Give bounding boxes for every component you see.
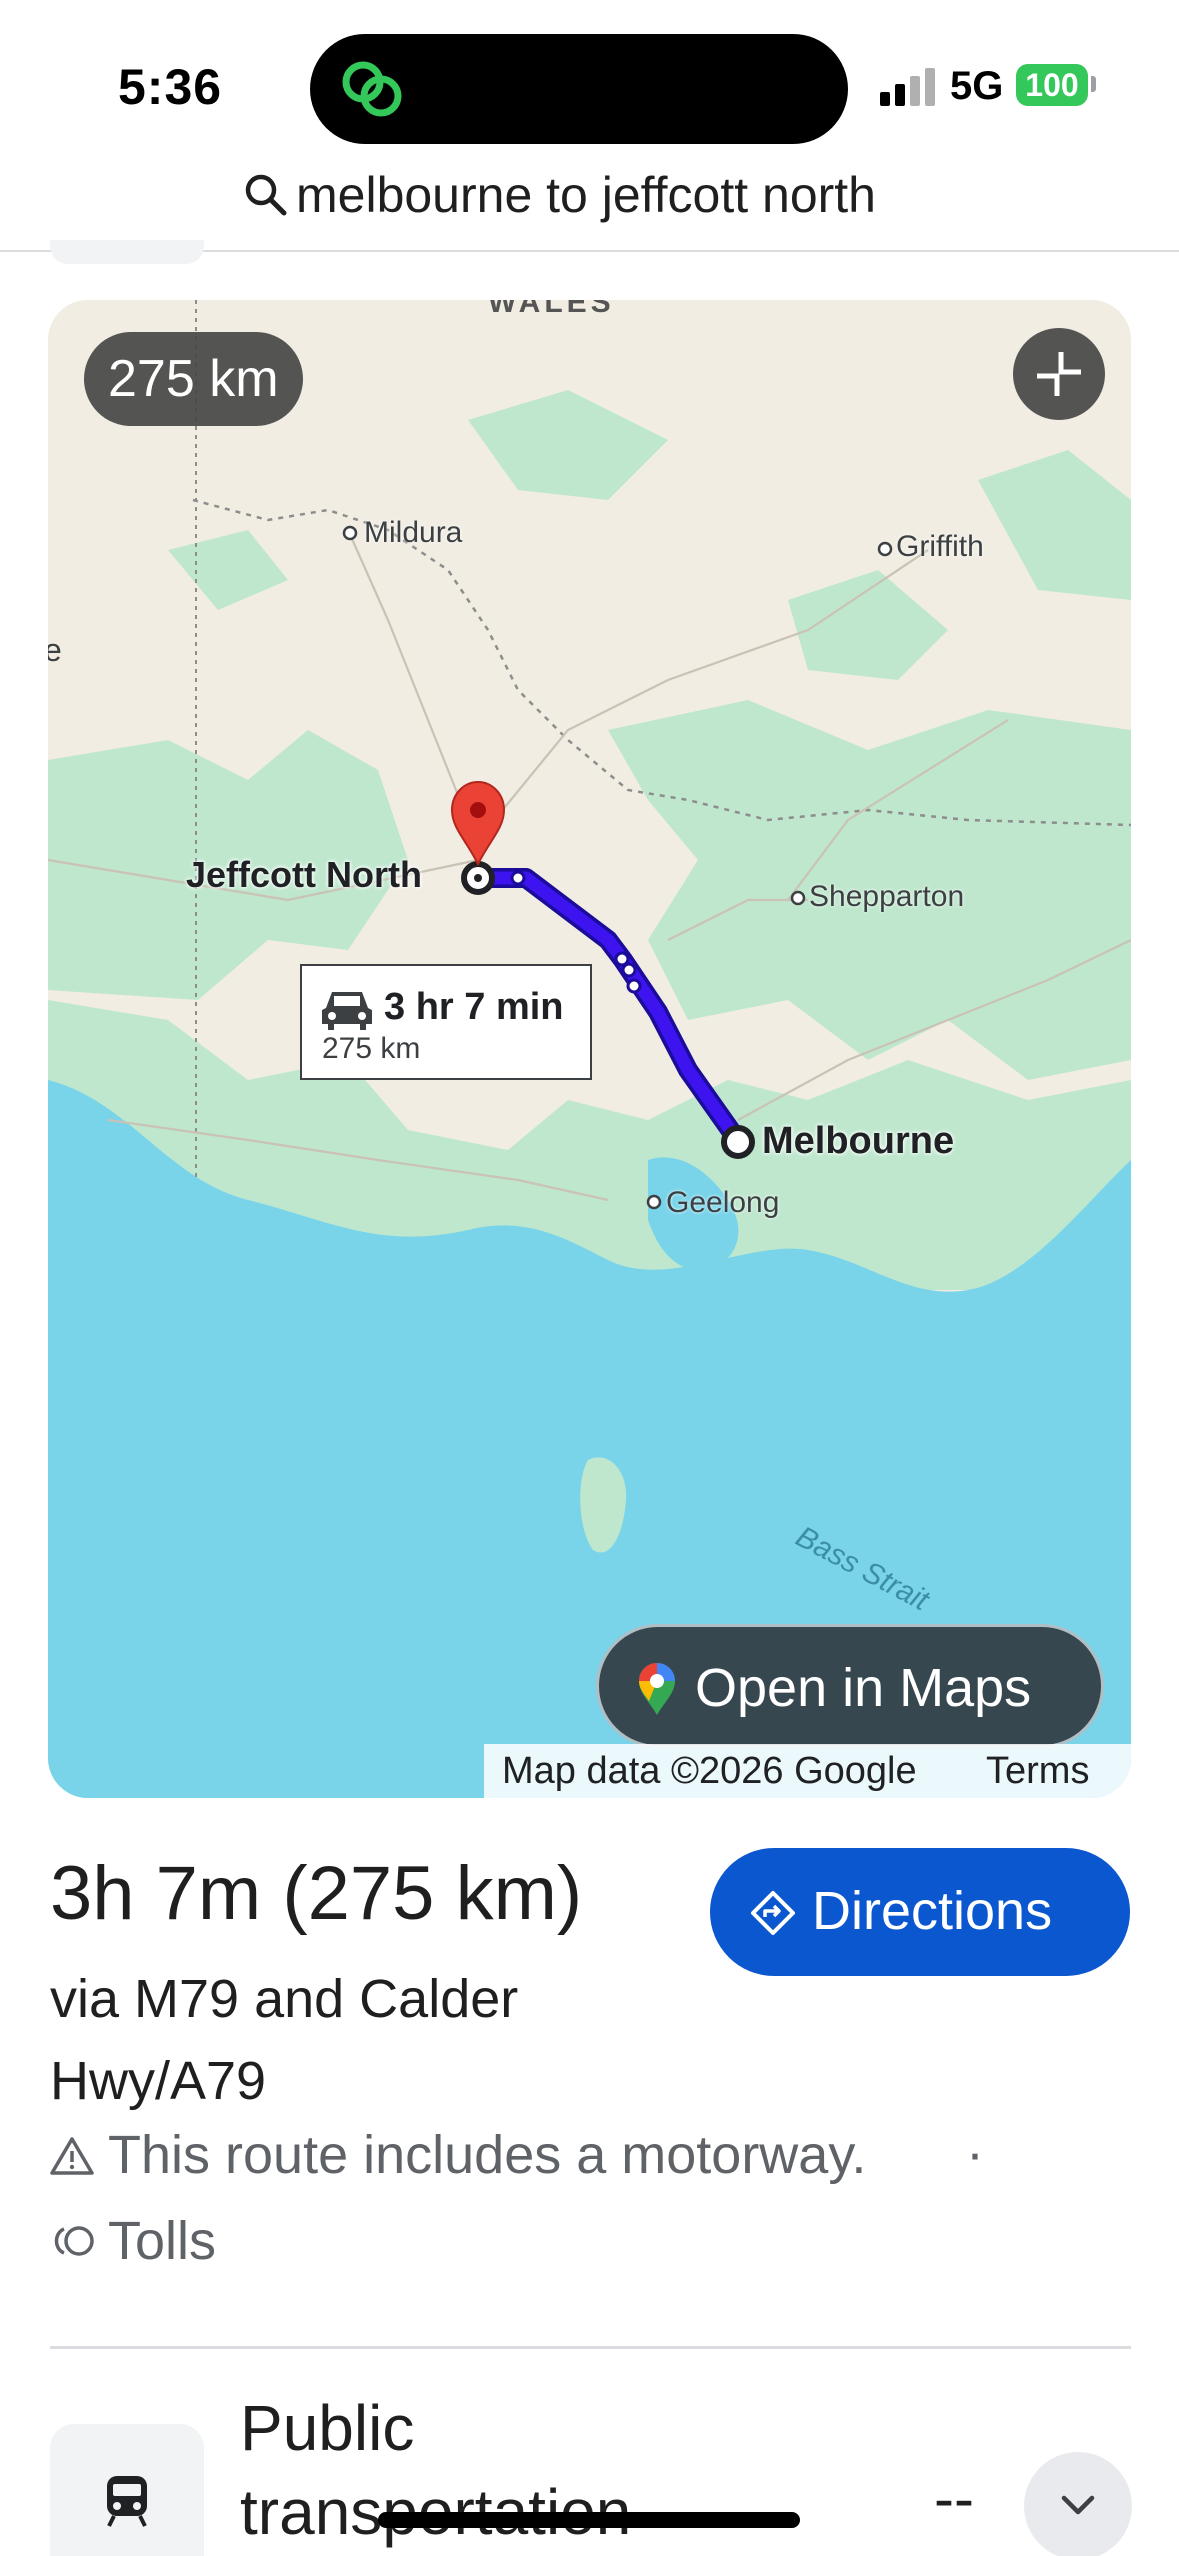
map-label-shepparton: Shepparton [809, 880, 965, 913]
route-via: via M79 and Calder Hwy/A79 [50, 1969, 519, 2111]
warning-icon [50, 2137, 94, 2175]
terms-link[interactable]: Terms [986, 1750, 1089, 1793]
car-icon [322, 992, 372, 1030]
google-maps-pin-icon [639, 1663, 675, 1715]
transit-title: Public transportation [240, 2392, 631, 2548]
map-label-melbourne: Melbourne [762, 1120, 955, 1162]
collapse-icon [1037, 352, 1081, 396]
toll-icon [54, 2226, 94, 2256]
map-label-wales: WALES [488, 300, 615, 319]
battery-tip [1091, 76, 1096, 92]
directions-button[interactable]: Directions [710, 1848, 1130, 1976]
directions-icon [751, 1891, 795, 1935]
linked-rings-icon [342, 61, 402, 117]
map-label-partial: e [48, 632, 62, 668]
status-time: 5:36 [118, 59, 223, 115]
network-label: 5G [950, 64, 1004, 108]
status-bar: 5:36 5G 100 [0, 0, 1179, 160]
signal-icon [880, 68, 938, 106]
battery-icon: 100 [1016, 64, 1088, 106]
open-in-maps-label: Open in Maps [695, 1658, 1032, 1718]
route-time-distance: 3h 7m (275 km) [50, 1851, 583, 1936]
collapse-map-button[interactable] [1013, 328, 1105, 420]
map-attribution-text: Map data ©2026 Google [502, 1750, 917, 1792]
search-query[interactable]: melbourne to jeffcott north [296, 166, 876, 224]
route-duration: 3 hr 7 min [384, 986, 564, 1028]
section-divider [50, 2346, 1131, 2349]
map-label-jeffcott-north: Jeffcott North [186, 854, 422, 895]
map-view[interactable]: WALES e Mildura Griffith Jeffcott North … [48, 300, 1131, 1798]
home-indicator[interactable] [378, 2512, 800, 2528]
separator-dot: · [966, 2123, 984, 2183]
directions-label: Directions [812, 1881, 1053, 1941]
chevron-down-icon [1061, 2495, 1095, 2515]
map-label-geelong: Geelong [666, 1186, 780, 1219]
route-distance: 275 km [322, 1032, 421, 1065]
transit-duration: -- [934, 2465, 974, 2532]
transit-mode-tile[interactable] [50, 2424, 204, 2556]
map-attribution: Map data ©2026 Google Terms [484, 1744, 1131, 1798]
hidden-chip [50, 240, 204, 264]
expand-transit-button[interactable] [1024, 2452, 1132, 2556]
route-callout[interactable]: 3 hr 7 min 275 km [300, 964, 592, 1080]
map-label-griffith: Griffith [896, 530, 984, 563]
open-in-maps-button[interactable]: Open in Maps [596, 1624, 1104, 1748]
distance-chip: 275 km [84, 332, 303, 426]
tolls-label: Tolls [108, 2211, 217, 2271]
motorway-warning-text: This route includes a motorway. [108, 2125, 867, 2185]
origin-point [721, 1125, 755, 1159]
search-icon [245, 174, 287, 216]
map-label-mildura: Mildura [364, 516, 463, 549]
train-icon [107, 2476, 147, 2527]
dynamic-island [310, 34, 848, 144]
search-header[interactable]: melbourne to jeffcott north [0, 160, 1179, 252]
